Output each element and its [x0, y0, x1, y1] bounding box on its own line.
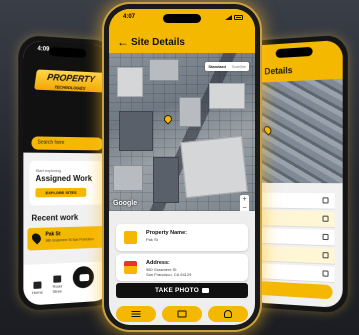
card-title: Assigned Work [35, 173, 93, 184]
pin-icon [30, 231, 43, 245]
detail-row[interactable] [247, 210, 335, 229]
take-photo-button[interactable]: TAKE PHOTO [116, 283, 248, 298]
home-icon [33, 281, 42, 289]
right-header: Details [247, 39, 343, 84]
detail-row[interactable] [247, 245, 335, 265]
left-header: 4:09 PROPERTY TECHNOLOGIES Search here [23, 40, 111, 154]
pan-icon [224, 310, 232, 318]
map-attribution: Google [113, 200, 138, 207]
edit-icon[interactable] [322, 270, 329, 277]
edit-icon[interactable] [322, 215, 329, 222]
card-subtitle: Start exploring [35, 167, 61, 173]
camera-button[interactable] [70, 263, 96, 291]
map-type-toggle[interactable]: Standard Satellite [205, 62, 249, 71]
right-map[interactable] [247, 78, 343, 184]
map-building [119, 111, 153, 151]
nav-home[interactable]: Home [29, 281, 45, 295]
right-phone-screen: Details [247, 39, 343, 309]
address-label: Address: [146, 260, 170, 266]
pan-button[interactable] [208, 306, 248, 322]
map-pin-icon [162, 113, 174, 126]
detail-row[interactable] [247, 262, 335, 284]
explore-sites-button[interactable]: EXPLORE SITES [35, 187, 87, 198]
camera-icon [79, 273, 90, 282]
map-satellite-option[interactable]: Satellite [229, 62, 249, 71]
list-icon [131, 311, 141, 317]
logo-text: PROPERTY [46, 71, 96, 85]
status-icons [225, 15, 243, 20]
map-building [113, 165, 143, 191]
detail-row[interactable] [247, 192, 335, 210]
logo-subtext: TECHNOLOGIES [54, 84, 86, 91]
nav-search-label: Road Stree [52, 283, 62, 294]
nav-search[interactable]: Road Stree [49, 275, 65, 294]
search-input[interactable]: Search here [31, 136, 104, 151]
satellite-map[interactable]: Standard Satellite + − Google [109, 53, 255, 211]
search-icon [53, 275, 62, 283]
dynamic-island [163, 14, 201, 23]
map-pin-icon [262, 124, 274, 136]
store-icon [124, 261, 137, 274]
property-name-label: Property Name: [146, 230, 187, 236]
center-phone-screen: 4:07 ← Site Details Standard Satellite +… [109, 9, 255, 325]
take-photo-label: TAKE PHOTO [154, 287, 199, 294]
zoom-out-button[interactable]: − [240, 204, 249, 211]
gallery-button[interactable] [162, 306, 202, 322]
property-name-card: Property Name: Pak St [116, 224, 248, 251]
property-name-value: Pak St [146, 237, 158, 242]
detail-row[interactable] [247, 227, 335, 247]
edit-icon[interactable] [322, 197, 329, 204]
map-building [153, 157, 179, 203]
zoom-control[interactable]: + − [240, 195, 249, 211]
map-building [117, 67, 143, 97]
signal-icon [225, 15, 232, 20]
right-header-title: Details [264, 65, 293, 77]
address-value: 980 Grasmere St San Francisco, CA 94129 [146, 267, 191, 277]
assigned-work-card: Start exploring Assigned Work EXPLORE SI… [29, 160, 106, 206]
gallery-icon [177, 310, 187, 318]
map-building [149, 59, 179, 81]
list-button[interactable] [116, 306, 156, 322]
left-phone: 4:09 PROPERTY TECHNOLOGIES Search here S… [18, 34, 116, 312]
recent-work-title: Recent work [31, 212, 79, 223]
status-time: 4:09 [37, 46, 50, 53]
map-building [209, 83, 245, 109]
property-logo: PROPERTY TECHNOLOGIES [34, 69, 107, 93]
recent-item-name: Pak St [45, 231, 61, 238]
left-phone-screen: 4:09 PROPERTY TECHNOLOGIES Search here S… [23, 40, 111, 306]
camera-icon [202, 287, 209, 293]
map-standard-option[interactable]: Standard [205, 62, 228, 71]
address-card: Address: 980 Grasmere St San Francisco, … [116, 254, 248, 281]
center-phone: 4:07 ← Site Details Standard Satellite +… [104, 4, 260, 330]
edit-icon[interactable] [322, 233, 329, 241]
address-line-2: San Francisco, CA 94129 [146, 272, 192, 277]
recent-work-item[interactable]: Pak St 980 Grasmere St San Francisco [27, 225, 111, 251]
recent-item-address: 980 Grasmere St San Francisco [45, 237, 94, 243]
bottom-action-bar [116, 306, 248, 322]
map-building [180, 135, 248, 199]
zoom-in-button[interactable]: + [240, 195, 249, 204]
battery-icon [234, 15, 243, 20]
building-icon [124, 231, 137, 244]
map-building [179, 97, 201, 127]
nav-home-label: Home [32, 289, 43, 296]
status-time: 4:07 [123, 14, 136, 20]
right-bottom-bar[interactable] [247, 280, 333, 300]
edit-icon[interactable] [322, 252, 329, 259]
bottom-nav: Home Road Stree [23, 261, 111, 306]
back-arrow-icon[interactable]: ← [117, 36, 129, 48]
page-title: Site Details [131, 37, 185, 48]
